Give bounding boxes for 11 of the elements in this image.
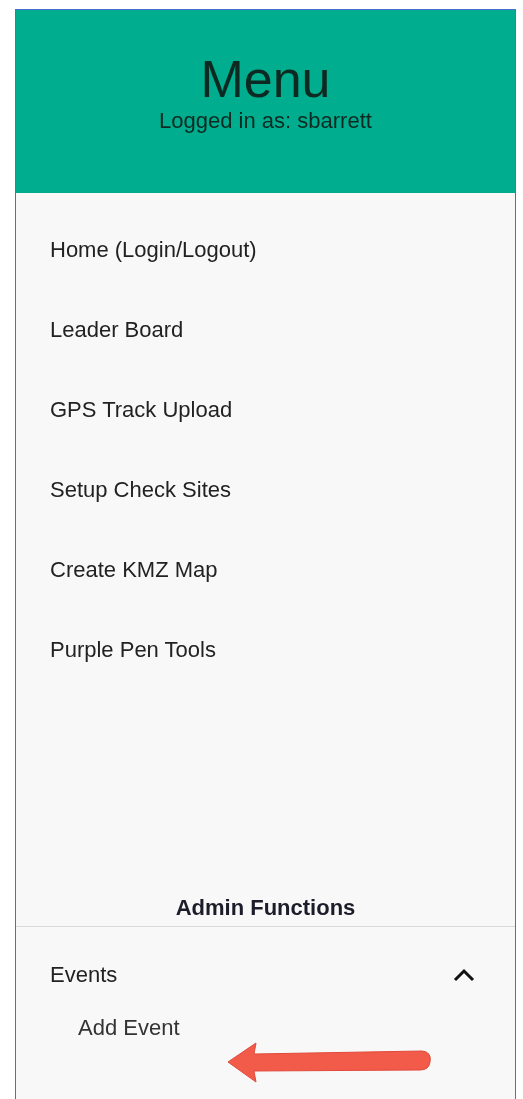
logged-in-user: Logged in as: sbarrett xyxy=(159,108,372,134)
menu-item[interactable]: Leader Board xyxy=(16,290,184,370)
section-heading: Admin Functions xyxy=(175,894,356,922)
submenu-item[interactable]: Add Event xyxy=(16,1015,180,1041)
chevron-up-icon xyxy=(453,968,475,982)
menu-item[interactable]: Create KMZ Map xyxy=(16,530,218,610)
menu-item[interactable]: Purple Pen Tools xyxy=(16,610,216,690)
menu-item[interactable]: GPS Track Upload xyxy=(16,370,233,450)
menu-title: Menu xyxy=(200,50,331,108)
menu-item[interactable]: Home (Login/Logout) xyxy=(16,210,257,290)
menu-item[interactable]: Setup Check Sites xyxy=(16,450,231,530)
